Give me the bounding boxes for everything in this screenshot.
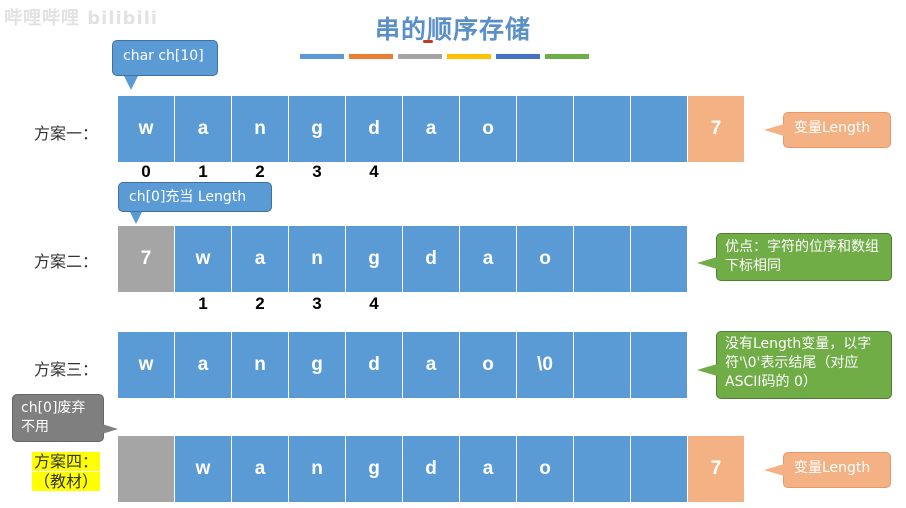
color-strip-segment [300,54,344,59]
array-cell: g [346,436,402,502]
advantage-callout-tail [697,257,717,269]
array-index-label: 3 [312,162,322,181]
array-cell: a [403,96,459,162]
char-array-callout: char ch[10] [112,40,218,76]
array-index-label: 1 [198,294,208,313]
scheme-4-label: 方案四： （教材） [32,452,101,492]
ch0-discard-callout-text: ch[0]废弃不用 [21,400,86,435]
array-cell: g [289,332,345,398]
scheme-1-array: wangdao7 [118,96,745,162]
ch0-length-callout-text: ch[0]充当 Length [129,189,247,205]
array-cell: o [517,226,573,292]
array-cell [118,436,174,502]
char-array-callout-tail [124,76,138,90]
scheme-3-label: 方案三： [34,360,99,379]
array-cell: o [517,436,573,502]
array-cell [631,96,687,162]
array-cell: 7 [688,436,744,502]
length-variable-callout-1-text: 变量Length [794,120,871,136]
array-cell: a [175,96,231,162]
array-cell: n [289,226,345,292]
ch0-length-callout: ch[0]充当 Length [118,182,272,212]
no-length-callout-text: 没有Length变量，以字符'\0'表示结尾（对应ASCII码的 0） [725,336,872,390]
array-index-label: 4 [369,294,379,313]
length-variable-callout-1-tail [764,124,784,136]
array-cell: 7 [688,96,744,162]
no-length-callout-tail [697,364,717,376]
array-cell: o [460,332,516,398]
array-index-label: 1 [198,162,208,181]
length-variable-callout-4-text: 变量Length [794,460,871,476]
advantage-callout: 优点：字符的位序和数组下标相同 [716,233,892,281]
array-cell: o [460,96,516,162]
array-index-label: 2 [255,162,265,181]
array-cell: d [403,226,459,292]
ch0-discard-callout-tail [102,424,118,434]
array-cell: w [118,332,174,398]
scheme-4-array: wangdao7 [118,436,745,502]
array-cell: g [346,226,402,292]
array-cell [517,96,573,162]
array-cell [574,226,630,292]
no-length-callout: 没有Length变量，以字符'\0'表示结尾（对应ASCII码的 0） [716,331,892,399]
array-cell: \0 [517,332,573,398]
title-underline-mark [423,40,433,43]
array-cell [631,332,687,398]
array-cell [574,96,630,162]
color-strip-segment [496,54,540,59]
array-cell: 7 [118,226,174,292]
ch0-length-callout-tail [130,212,142,224]
array-cell [631,436,687,502]
array-cell: n [232,332,288,398]
length-variable-callout-4: 变量Length [783,452,891,488]
advantage-callout-text: 优点：字符的位序和数组下标相同 [725,239,879,274]
array-cell: a [232,226,288,292]
scheme-2-label: 方案二： [34,252,99,271]
array-cell [631,226,687,292]
color-strip-segment [398,54,442,59]
array-cell: a [232,436,288,502]
scheme-3-array: w a n g d a o \0 [118,332,688,398]
array-cell: a [403,332,459,398]
scheme-1-label: 方案一： [34,124,99,143]
array-cell: g [289,96,345,162]
array-index-label: 4 [369,162,379,181]
scheme-2-array: 7wangdao [118,226,688,292]
array-cell [574,436,630,502]
array-cell: a [460,226,516,292]
array-cell: d [346,96,402,162]
ch0-discard-callout: ch[0]废弃不用 [12,394,104,442]
array-cell: w [175,436,231,502]
array-cell: n [289,436,345,502]
array-cell: w [118,96,174,162]
color-strip-segment [447,54,491,59]
array-cell: d [346,332,402,398]
array-cell [574,332,630,398]
array-cell: n [232,96,288,162]
scheme-4-label-line1: 方案四： [32,452,101,471]
color-strip-segment [349,54,393,59]
char-array-callout-text: char ch[10] [123,48,204,64]
scheme-4-label-line2: （教材） [32,472,101,491]
array-index-label: 2 [255,294,265,313]
color-strip-segment [545,54,589,59]
length-variable-callout-1: 变量Length [783,112,891,148]
length-variable-callout-4-tail [764,464,784,476]
array-cell: a [175,332,231,398]
array-cell: w [175,226,231,292]
array-index-label: 3 [312,294,322,313]
array-cell: a [460,436,516,502]
array-cell: d [403,436,459,502]
array-index-label: 0 [141,162,151,181]
